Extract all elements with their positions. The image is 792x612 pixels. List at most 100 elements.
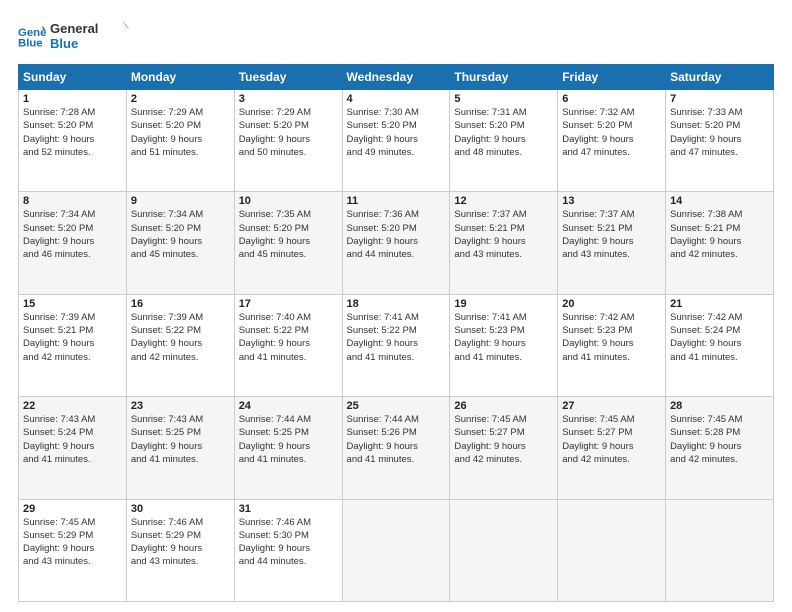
calendar-day-header: Wednesday xyxy=(342,65,450,90)
svg-text:Blue: Blue xyxy=(18,38,43,50)
day-info: Sunrise: 7:42 AMSunset: 5:23 PMDaylight:… xyxy=(562,311,661,364)
day-number: 27 xyxy=(562,400,661,412)
day-info: Sunrise: 7:34 AMSunset: 5:20 PMDaylight:… xyxy=(23,208,122,261)
calendar-week-row: 15Sunrise: 7:39 AMSunset: 5:21 PMDayligh… xyxy=(19,294,774,396)
calendar-day-cell: 15Sunrise: 7:39 AMSunset: 5:21 PMDayligh… xyxy=(19,294,127,396)
day-info: Sunrise: 7:45 AMSunset: 5:27 PMDaylight:… xyxy=(562,413,661,466)
calendar-day-cell: 26Sunrise: 7:45 AMSunset: 5:27 PMDayligh… xyxy=(450,397,558,499)
calendar-day-header: Thursday xyxy=(450,65,558,90)
calendar-day-cell: 25Sunrise: 7:44 AMSunset: 5:26 PMDayligh… xyxy=(342,397,450,499)
day-info: Sunrise: 7:38 AMSunset: 5:21 PMDaylight:… xyxy=(670,208,769,261)
calendar-day-cell: 5Sunrise: 7:31 AMSunset: 5:20 PMDaylight… xyxy=(450,90,558,192)
day-number: 22 xyxy=(23,400,122,412)
day-info: Sunrise: 7:43 AMSunset: 5:25 PMDaylight:… xyxy=(131,413,230,466)
day-number: 20 xyxy=(562,298,661,310)
calendar-day-cell: 28Sunrise: 7:45 AMSunset: 5:28 PMDayligh… xyxy=(666,397,774,499)
day-info: Sunrise: 7:29 AMSunset: 5:20 PMDaylight:… xyxy=(131,106,230,159)
calendar-day-cell xyxy=(450,499,558,601)
day-number: 10 xyxy=(239,195,338,207)
calendar-day-header: Tuesday xyxy=(234,65,342,90)
calendar-day-cell: 1Sunrise: 7:28 AMSunset: 5:20 PMDaylight… xyxy=(19,90,127,192)
header: General Blue General Blue xyxy=(18,18,774,54)
svg-text:Blue: Blue xyxy=(50,36,78,51)
logo-svg: General Blue xyxy=(50,18,130,54)
day-number: 29 xyxy=(23,503,122,515)
calendar-day-cell: 27Sunrise: 7:45 AMSunset: 5:27 PMDayligh… xyxy=(558,397,666,499)
day-info: Sunrise: 7:33 AMSunset: 5:20 PMDaylight:… xyxy=(670,106,769,159)
calendar-day-header: Saturday xyxy=(666,65,774,90)
calendar-day-cell: 16Sunrise: 7:39 AMSunset: 5:22 PMDayligh… xyxy=(126,294,234,396)
calendar-table: SundayMondayTuesdayWednesdayThursdayFrid… xyxy=(18,64,774,602)
day-info: Sunrise: 7:44 AMSunset: 5:25 PMDaylight:… xyxy=(239,413,338,466)
day-number: 11 xyxy=(347,195,446,207)
day-number: 6 xyxy=(562,93,661,105)
calendar-day-cell: 14Sunrise: 7:38 AMSunset: 5:21 PMDayligh… xyxy=(666,192,774,294)
calendar-week-row: 29Sunrise: 7:45 AMSunset: 5:29 PMDayligh… xyxy=(19,499,774,601)
svg-text:General: General xyxy=(50,21,98,36)
day-info: Sunrise: 7:46 AMSunset: 5:29 PMDaylight:… xyxy=(131,516,230,569)
calendar-day-cell: 3Sunrise: 7:29 AMSunset: 5:20 PMDaylight… xyxy=(234,90,342,192)
calendar-week-row: 1Sunrise: 7:28 AMSunset: 5:20 PMDaylight… xyxy=(19,90,774,192)
calendar-day-cell: 29Sunrise: 7:45 AMSunset: 5:29 PMDayligh… xyxy=(19,499,127,601)
day-info: Sunrise: 7:43 AMSunset: 5:24 PMDaylight:… xyxy=(23,413,122,466)
calendar-day-header: Sunday xyxy=(19,65,127,90)
day-info: Sunrise: 7:34 AMSunset: 5:20 PMDaylight:… xyxy=(131,208,230,261)
day-info: Sunrise: 7:35 AMSunset: 5:20 PMDaylight:… xyxy=(239,208,338,261)
day-number: 19 xyxy=(454,298,553,310)
day-info: Sunrise: 7:37 AMSunset: 5:21 PMDaylight:… xyxy=(562,208,661,261)
calendar-day-cell: 22Sunrise: 7:43 AMSunset: 5:24 PMDayligh… xyxy=(19,397,127,499)
calendar-day-cell: 23Sunrise: 7:43 AMSunset: 5:25 PMDayligh… xyxy=(126,397,234,499)
calendar-day-cell: 13Sunrise: 7:37 AMSunset: 5:21 PMDayligh… xyxy=(558,192,666,294)
day-info: Sunrise: 7:30 AMSunset: 5:20 PMDaylight:… xyxy=(347,106,446,159)
calendar-day-cell xyxy=(558,499,666,601)
day-info: Sunrise: 7:45 AMSunset: 5:28 PMDaylight:… xyxy=(670,413,769,466)
day-number: 24 xyxy=(239,400,338,412)
calendar-day-cell: 31Sunrise: 7:46 AMSunset: 5:30 PMDayligh… xyxy=(234,499,342,601)
calendar-header-row: SundayMondayTuesdayWednesdayThursdayFrid… xyxy=(19,65,774,90)
day-number: 25 xyxy=(347,400,446,412)
calendar-day-cell: 4Sunrise: 7:30 AMSunset: 5:20 PMDaylight… xyxy=(342,90,450,192)
calendar-week-row: 8Sunrise: 7:34 AMSunset: 5:20 PMDaylight… xyxy=(19,192,774,294)
calendar-day-header: Friday xyxy=(558,65,666,90)
day-info: Sunrise: 7:29 AMSunset: 5:20 PMDaylight:… xyxy=(239,106,338,159)
calendar-day-cell: 11Sunrise: 7:36 AMSunset: 5:20 PMDayligh… xyxy=(342,192,450,294)
calendar-day-cell: 10Sunrise: 7:35 AMSunset: 5:20 PMDayligh… xyxy=(234,192,342,294)
day-info: Sunrise: 7:39 AMSunset: 5:21 PMDaylight:… xyxy=(23,311,122,364)
calendar-day-cell: 6Sunrise: 7:32 AMSunset: 5:20 PMDaylight… xyxy=(558,90,666,192)
day-number: 23 xyxy=(131,400,230,412)
day-info: Sunrise: 7:36 AMSunset: 5:20 PMDaylight:… xyxy=(347,208,446,261)
calendar-day-cell: 17Sunrise: 7:40 AMSunset: 5:22 PMDayligh… xyxy=(234,294,342,396)
day-info: Sunrise: 7:41 AMSunset: 5:23 PMDaylight:… xyxy=(454,311,553,364)
calendar-day-cell: 21Sunrise: 7:42 AMSunset: 5:24 PMDayligh… xyxy=(666,294,774,396)
day-number: 5 xyxy=(454,93,553,105)
calendar-week-row: 22Sunrise: 7:43 AMSunset: 5:24 PMDayligh… xyxy=(19,397,774,499)
day-number: 15 xyxy=(23,298,122,310)
day-info: Sunrise: 7:46 AMSunset: 5:30 PMDaylight:… xyxy=(239,516,338,569)
day-number: 16 xyxy=(131,298,230,310)
day-number: 3 xyxy=(239,93,338,105)
calendar-day-cell: 2Sunrise: 7:29 AMSunset: 5:20 PMDaylight… xyxy=(126,90,234,192)
day-number: 26 xyxy=(454,400,553,412)
day-number: 2 xyxy=(131,93,230,105)
day-number: 30 xyxy=(131,503,230,515)
calendar-day-cell: 7Sunrise: 7:33 AMSunset: 5:20 PMDaylight… xyxy=(666,90,774,192)
day-info: Sunrise: 7:40 AMSunset: 5:22 PMDaylight:… xyxy=(239,311,338,364)
calendar-day-cell: 9Sunrise: 7:34 AMSunset: 5:20 PMDaylight… xyxy=(126,192,234,294)
day-number: 13 xyxy=(562,195,661,207)
day-info: Sunrise: 7:44 AMSunset: 5:26 PMDaylight:… xyxy=(347,413,446,466)
day-info: Sunrise: 7:39 AMSunset: 5:22 PMDaylight:… xyxy=(131,311,230,364)
calendar-day-cell xyxy=(342,499,450,601)
day-info: Sunrise: 7:41 AMSunset: 5:22 PMDaylight:… xyxy=(347,311,446,364)
day-info: Sunrise: 7:32 AMSunset: 5:20 PMDaylight:… xyxy=(562,106,661,159)
calendar-day-cell: 30Sunrise: 7:46 AMSunset: 5:29 PMDayligh… xyxy=(126,499,234,601)
day-number: 28 xyxy=(670,400,769,412)
day-number: 7 xyxy=(670,93,769,105)
calendar-day-cell: 8Sunrise: 7:34 AMSunset: 5:20 PMDaylight… xyxy=(19,192,127,294)
calendar-day-cell: 24Sunrise: 7:44 AMSunset: 5:25 PMDayligh… xyxy=(234,397,342,499)
calendar-day-cell: 19Sunrise: 7:41 AMSunset: 5:23 PMDayligh… xyxy=(450,294,558,396)
day-info: Sunrise: 7:42 AMSunset: 5:24 PMDaylight:… xyxy=(670,311,769,364)
day-number: 21 xyxy=(670,298,769,310)
day-info: Sunrise: 7:37 AMSunset: 5:21 PMDaylight:… xyxy=(454,208,553,261)
calendar-body: 1Sunrise: 7:28 AMSunset: 5:20 PMDaylight… xyxy=(19,90,774,602)
page: General Blue General Blue SundayMondayTu… xyxy=(0,0,792,612)
